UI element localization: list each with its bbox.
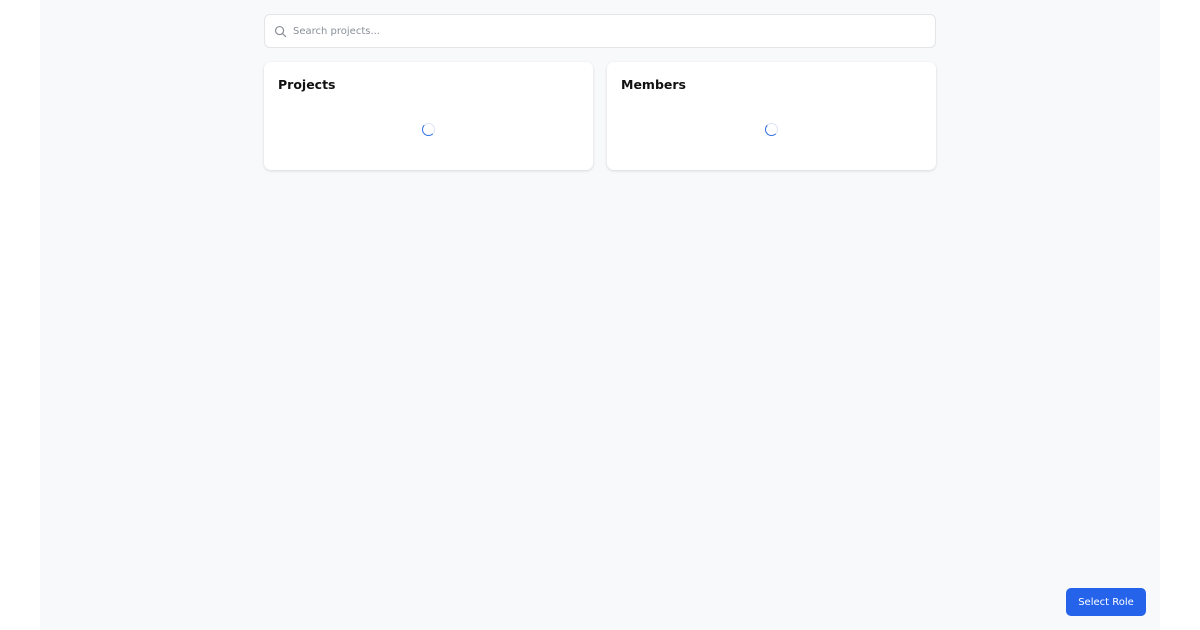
select-role-button[interactable]: Select Role	[1066, 588, 1146, 616]
members-card: Members	[607, 62, 936, 170]
search-icon	[274, 25, 287, 38]
loading-spinner-icon	[422, 123, 435, 136]
search-input[interactable]	[293, 15, 923, 47]
app-container: Projects Members Select Role	[40, 0, 1160, 630]
members-card-title: Members	[621, 77, 686, 92]
projects-card: Projects	[264, 62, 593, 170]
projects-card-title: Projects	[278, 77, 336, 92]
search-bar	[264, 14, 936, 48]
loading-spinner-icon	[765, 123, 778, 136]
